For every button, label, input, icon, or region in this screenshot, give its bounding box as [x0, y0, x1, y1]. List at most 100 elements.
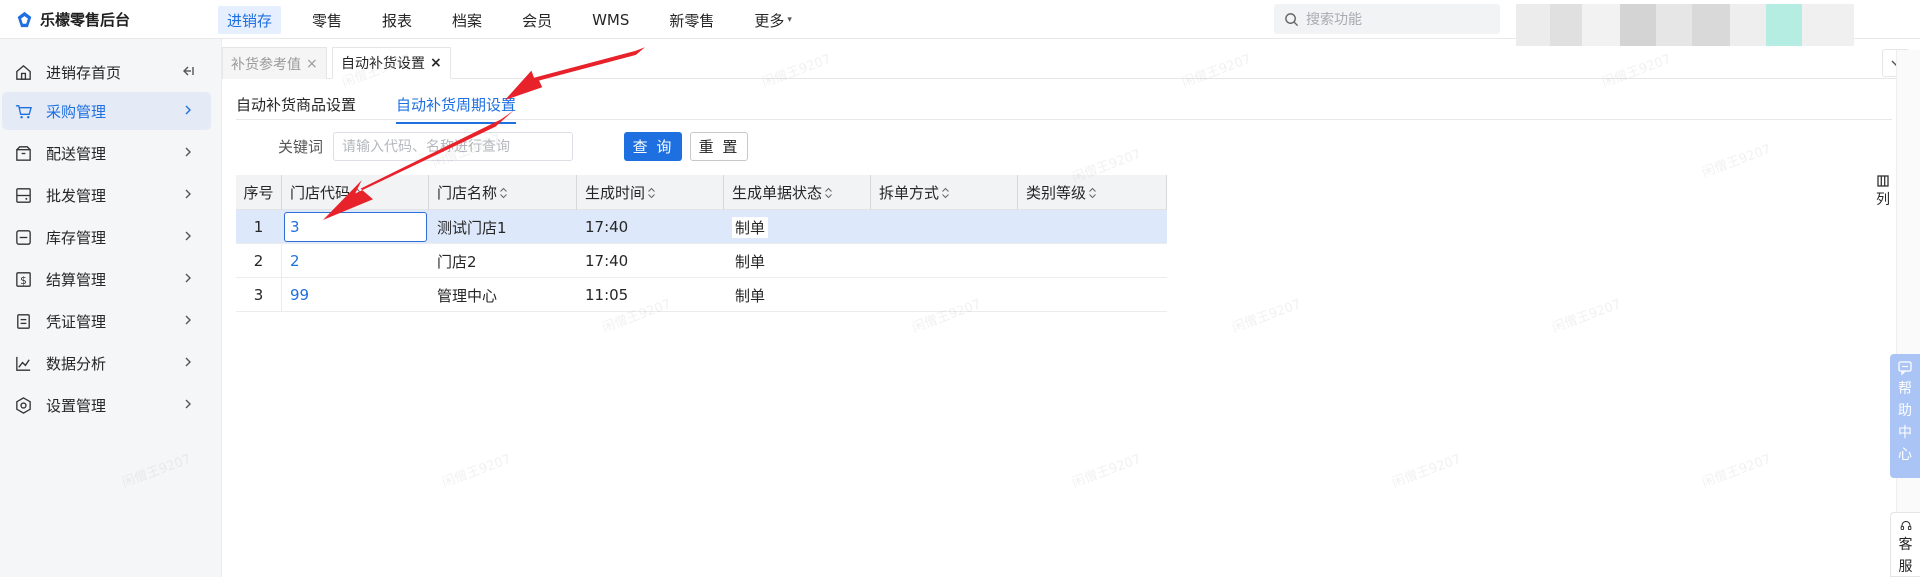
top-nav: 进销存 零售 报表 档案 会员 WMS 新零售 更多 ▾ [218, 6, 823, 34]
top-nav-item-member[interactable]: 会员 [513, 6, 561, 34]
sort-icon[interactable] [941, 187, 950, 199]
search-placeholder: 搜索功能 [1306, 12, 1362, 28]
tab-replenish-reference[interactable]: 补货参考值 × [222, 47, 327, 79]
table-row[interactable]: 1 3 测试门店1 17:40 制单 [236, 210, 1167, 244]
sidebar-item-home[interactable]: 进销存首页 [2, 53, 211, 91]
column-header-generate-time[interactable]: 生成时间 [577, 175, 724, 210]
headset-icon [1900, 520, 1911, 531]
home-icon [16, 64, 31, 80]
sort-icon[interactable] [499, 187, 508, 199]
store-code-edit-input[interactable]: 3 [284, 212, 427, 242]
sidebar-item-purchase[interactable]: 采购管理 [2, 92, 211, 130]
subtab-product-settings[interactable]: 自动补货商品设置 [236, 94, 356, 122]
column-header-store-name[interactable]: 门店名称 [429, 175, 577, 210]
column-settings-button[interactable]: 列 [1874, 175, 1892, 209]
row-index: 1 [236, 210, 282, 244]
tab-auto-replenish-settings[interactable]: 自动补货设置 × [332, 47, 451, 79]
column-header-index: 序号 [236, 175, 282, 210]
document-status-cell[interactable]: 制单 [724, 210, 871, 244]
svg-text:$: $ [20, 275, 27, 287]
column-header-store-code[interactable]: 门店代码 [282, 175, 429, 210]
close-icon[interactable]: × [306, 56, 318, 72]
caret-down-icon: ▾ [787, 15, 792, 25]
sort-icon[interactable] [1088, 187, 1097, 199]
column-header-split-method[interactable]: 拆单方式 [871, 175, 1018, 210]
generate-time-cell[interactable]: 17:40 [577, 210, 724, 244]
sort-icon[interactable] [352, 187, 361, 199]
status-value: 制单 [732, 216, 769, 238]
sidebar-item-wholesale[interactable]: 批发管理 [2, 176, 211, 214]
chevron-right-icon [185, 189, 191, 199]
document-status-cell[interactable]: 制单 [724, 244, 871, 278]
generate-time-cell[interactable]: 11:05 [577, 278, 724, 312]
top-nav-item-reports[interactable]: 报表 [373, 6, 421, 34]
watermark: 闲僧王9207 [440, 452, 514, 491]
status-value: 制单 [735, 286, 766, 305]
chevron-right-icon [185, 357, 191, 367]
collapse-icon[interactable] [181, 64, 195, 78]
watermark: 闲僧王9207 [1070, 452, 1144, 491]
brand-logo-icon [17, 11, 32, 28]
sidebar: 进销存首页 采购管理 配送管理 批发管理 库存管理 $ 结算管理 凭证管理 数据… [0, 39, 222, 577]
function-search-input[interactable]: 搜索功能 [1274, 4, 1500, 34]
top-nav-item-new-retail[interactable]: 新零售 [660, 6, 723, 34]
split-method-cell[interactable] [871, 244, 1018, 278]
sidebar-item-inventory[interactable]: 库存管理 [2, 218, 211, 256]
keyword-label: 关键词 [278, 138, 324, 156]
close-icon[interactable]: × [430, 55, 442, 71]
table-row[interactable]: 3 99 管理中心 11:05 制单 [236, 278, 1167, 312]
sidebar-item-voucher[interactable]: 凭证管理 [2, 302, 211, 340]
category-level-cell[interactable] [1018, 210, 1167, 244]
store-cycle-table: 序号 门店代码 门店名称 生成时间 生成单据状态 拆单方式 类别等级 1 3 测… [236, 175, 1167, 312]
chevron-right-icon [185, 105, 191, 115]
subtab-cycle-settings[interactable]: 自动补货周期设置 [396, 94, 517, 124]
top-nav-item-more[interactable]: 更多 ▾ [745, 6, 801, 34]
chevron-right-icon [185, 273, 191, 283]
chevron-right-icon [185, 147, 191, 157]
document-status-cell[interactable]: 制单 [724, 278, 871, 312]
table-header: 序号 门店代码 门店名称 生成时间 生成单据状态 拆单方式 类别等级 [236, 175, 1167, 210]
columns-icon [1877, 175, 1889, 187]
category-level-cell[interactable] [1018, 244, 1167, 278]
right-scroll-track[interactable] [1896, 50, 1920, 577]
help-center-button[interactable]: 帮 助 中 心 [1890, 354, 1920, 478]
chevron-right-icon [185, 399, 191, 409]
reset-button[interactable]: 重 置 [690, 132, 748, 161]
top-nav-item-archive[interactable]: 档案 [443, 6, 491, 34]
status-value: 制单 [735, 252, 766, 271]
user-area-blurred[interactable] [1516, 4, 1854, 46]
top-nav-item-retail[interactable]: 零售 [303, 6, 351, 34]
customer-service-button[interactable]: 客 服 [1890, 512, 1920, 577]
keyword-input[interactable] [333, 132, 573, 161]
watermark: 闲僧王9207 [1700, 142, 1774, 181]
sidebar-item-delivery[interactable]: 配送管理 [2, 134, 211, 172]
split-method-cell[interactable] [871, 278, 1018, 312]
store-code-cell[interactable]: 2 [282, 244, 429, 278]
wholesale-icon [16, 188, 31, 203]
sort-icon[interactable] [824, 187, 833, 199]
store-code-cell[interactable]: 99 [282, 278, 429, 312]
top-bar: 乐檬零售后台 进销存 零售 报表 档案 会员 WMS 新零售 更多 ▾ 搜索功能 [0, 0, 1920, 46]
split-method-cell[interactable] [871, 210, 1018, 244]
sort-icon[interactable] [647, 187, 656, 199]
watermark: 闲僧王9207 [1700, 452, 1774, 491]
column-header-document-status[interactable]: 生成单据状态 [724, 175, 871, 210]
voucher-icon [17, 314, 30, 329]
app-title: 乐檬零售后台 [40, 11, 131, 29]
column-header-category-level[interactable]: 类别等级 [1018, 175, 1167, 210]
sidebar-item-settlement[interactable]: $ 结算管理 [2, 260, 211, 298]
sidebar-item-settings[interactable]: 设置管理 [2, 386, 211, 424]
query-button[interactable]: 查 询 [624, 132, 682, 161]
table-row[interactable]: 2 2 门店2 17:40 制单 [236, 244, 1167, 278]
dollar-icon: $ [16, 272, 31, 287]
chat-bubble-icon [1898, 361, 1912, 376]
category-level-cell[interactable] [1018, 278, 1167, 312]
app-logo[interactable]: 乐檬零售后台 [16, 0, 130, 39]
cart-icon [15, 105, 32, 119]
top-nav-item-wms[interactable]: WMS [583, 6, 638, 34]
sidebar-item-data-analysis[interactable]: 数据分析 [2, 344, 211, 382]
store-name-cell: 测试门店1 [437, 218, 507, 237]
store-code-cell[interactable]: 3 [282, 210, 429, 244]
top-nav-item-jinxiaocun[interactable]: 进销存 [218, 6, 282, 34]
generate-time-cell[interactable]: 17:40 [577, 244, 724, 278]
